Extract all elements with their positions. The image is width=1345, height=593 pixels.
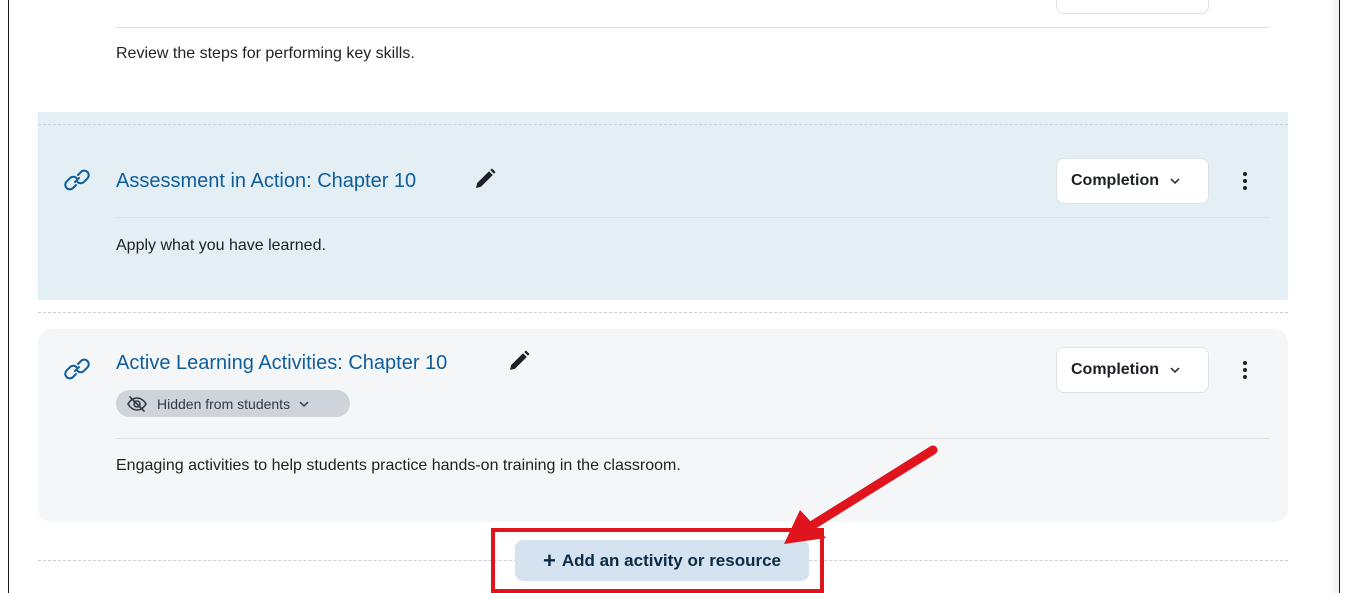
drop-zone-divider xyxy=(38,124,1288,125)
chevron-down-icon xyxy=(1169,364,1181,376)
activity-item-highlighted[interactable] xyxy=(38,112,1288,300)
activity-description: Apply what you have learned. xyxy=(116,237,326,254)
eye-slash-icon xyxy=(126,395,148,413)
add-activity-button[interactable]: + Add an activity or resource xyxy=(515,540,809,581)
completion-dropdown[interactable]: Completion xyxy=(1056,347,1209,393)
activity-description: Review the steps for performing key skil… xyxy=(116,45,415,62)
edit-pencil-icon[interactable] xyxy=(474,168,496,190)
completion-label: Completion xyxy=(1071,361,1159,378)
link-icon xyxy=(61,164,93,196)
completion-label: Completion xyxy=(1071,172,1159,189)
plus-icon: + xyxy=(542,547,556,573)
chevron-down-icon xyxy=(1169,175,1181,187)
divider xyxy=(116,217,1270,218)
edit-pencil-icon[interactable] xyxy=(508,350,530,372)
chevron-down-icon xyxy=(298,398,310,410)
more-options-icon[interactable] xyxy=(1235,355,1255,385)
completion-button-previous[interactable] xyxy=(1056,0,1209,14)
visibility-badge[interactable]: Hidden from students xyxy=(116,390,350,417)
activity-description: Engaging activities to help students pra… xyxy=(116,457,681,474)
link-icon xyxy=(61,353,93,385)
divider xyxy=(116,438,1270,439)
more-options-icon[interactable] xyxy=(1235,166,1255,196)
scrollbar[interactable] xyxy=(1333,0,1339,593)
divider xyxy=(116,27,1270,28)
completion-dropdown[interactable]: Completion xyxy=(1056,158,1209,204)
visibility-label: Hidden from students xyxy=(157,395,291,412)
activity-title-link[interactable]: Active Learning Activities: Chapter 10 xyxy=(116,351,447,375)
drop-zone-divider xyxy=(38,312,1288,313)
add-activity-label: Add an activity or resource xyxy=(561,550,782,570)
activity-title-link[interactable]: Assessment in Action: Chapter 10 xyxy=(116,169,416,193)
